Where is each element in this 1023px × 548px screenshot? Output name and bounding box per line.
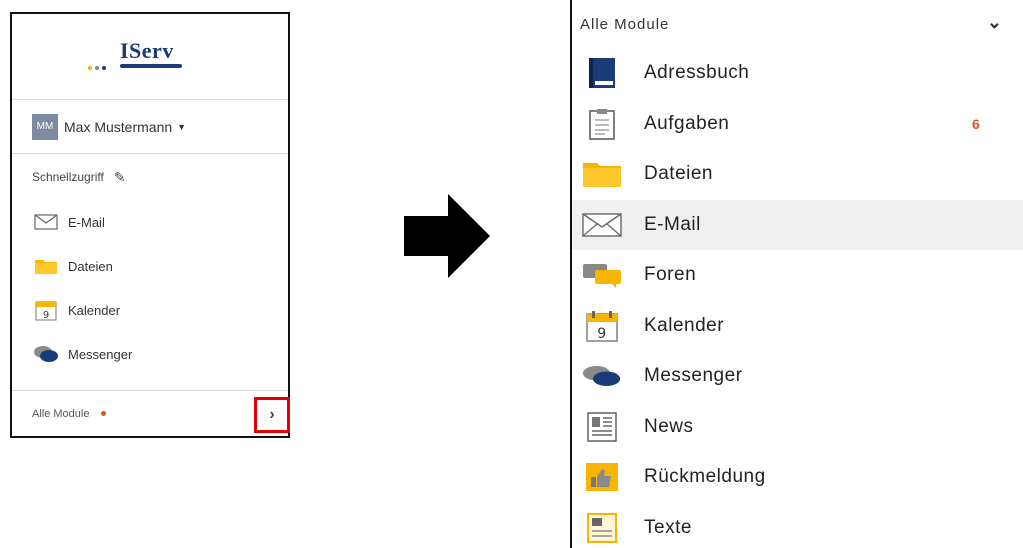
iserv-logo[interactable]: IServ [120, 38, 174, 64]
text-document-icon [582, 510, 622, 546]
user-menu[interactable]: MM Max Mustermann ▼ [12, 100, 288, 154]
chevron-down-icon[interactable]: ⌄ [987, 12, 1003, 33]
sidebar-item-label: Messenger [68, 346, 133, 362]
module-item-texts[interactable]: Texte [572, 503, 1023, 548]
envelope-icon [32, 211, 60, 233]
sidebar-item-label: E-Mail [68, 214, 105, 230]
module-item-tasks[interactable]: Aufgaben 6 [572, 99, 1023, 150]
module-label: Aufgaben [644, 112, 730, 134]
sidebar-item-messenger[interactable]: Messenger [12, 332, 288, 376]
sidebar-item-calendar[interactable]: 9 Kalender [12, 288, 288, 332]
quick-access-header: Schnellzugriff ✎ [12, 154, 288, 200]
all-modules-row[interactable]: Alle Module › [12, 390, 290, 436]
expand-modules-button[interactable]: › [254, 397, 290, 433]
clipboard-icon [582, 106, 622, 142]
module-item-forums[interactable]: Foren [572, 250, 1023, 301]
module-label: Foren [644, 264, 697, 286]
sidebar-item-email[interactable]: E-Mail [12, 200, 288, 244]
newspaper-icon [582, 409, 622, 445]
caret-down-icon: ▼ [177, 121, 187, 132]
module-item-files[interactable]: Dateien [572, 149, 1023, 200]
module-label: Dateien [644, 163, 713, 185]
module-item-address-book[interactable]: Adressbuch [572, 48, 1023, 99]
module-item-feedback[interactable]: Rückmeldung [572, 452, 1023, 503]
logo-area: IServ [12, 14, 288, 100]
module-label: News [644, 415, 694, 437]
chat-bubbles-icon [582, 358, 622, 394]
pencil-icon[interactable]: ✎ [114, 169, 126, 186]
all-modules-title: Alle Module [580, 15, 670, 33]
chevron-right-icon: › [269, 406, 275, 423]
module-label: Adressbuch [644, 62, 750, 84]
envelope-icon [582, 207, 622, 243]
sidebar-item-label: Dateien [68, 258, 113, 274]
avatar: MM [32, 113, 58, 140]
calendar-icon: 9 [582, 308, 622, 344]
arrow-right-icon [404, 194, 490, 278]
feedback-icon [582, 459, 622, 495]
module-label: Texte [644, 516, 692, 538]
sidebar-panel: IServ MM Max Mustermann ▼ Schnellzugriff… [10, 12, 290, 438]
logo-underline [120, 64, 182, 68]
folder-icon [582, 156, 622, 192]
all-modules-panel: Alle Module ⌄ Adressbuch Aufgaben 6 Date… [570, 0, 1023, 548]
sidebar-item-label: Kalender [68, 302, 121, 318]
all-modules-label: Alle Module [32, 407, 90, 420]
chat-bubbles-icon [32, 343, 60, 365]
user-name: Max Mustermann [64, 118, 173, 135]
quick-access-label: Schnellzugriff [32, 170, 104, 184]
forum-icon [582, 257, 622, 293]
module-label: Kalender [644, 314, 725, 336]
address-book-icon [582, 55, 622, 91]
sidebar-item-files[interactable]: Dateien [12, 244, 288, 288]
calendar-icon: 9 [32, 299, 60, 321]
all-modules-header[interactable]: Alle Module ⌄ [572, 0, 1023, 48]
module-item-messenger[interactable]: Messenger [572, 351, 1023, 402]
module-item-calendar[interactable]: 9 Kalender [572, 301, 1023, 352]
folder-icon [32, 255, 60, 277]
module-label: Messenger [644, 365, 743, 387]
task-count-badge: 6 [972, 115, 981, 132]
module-item-news[interactable]: News [572, 402, 1023, 453]
module-label: E-Mail [644, 213, 701, 235]
module-item-email[interactable]: E-Mail [572, 199, 1023, 250]
logo-dots [88, 66, 106, 70]
notification-dot [101, 411, 107, 416]
module-label: Rückmeldung [644, 466, 766, 488]
svg-text:9: 9 [43, 310, 49, 321]
svg-text:9: 9 [597, 326, 606, 342]
